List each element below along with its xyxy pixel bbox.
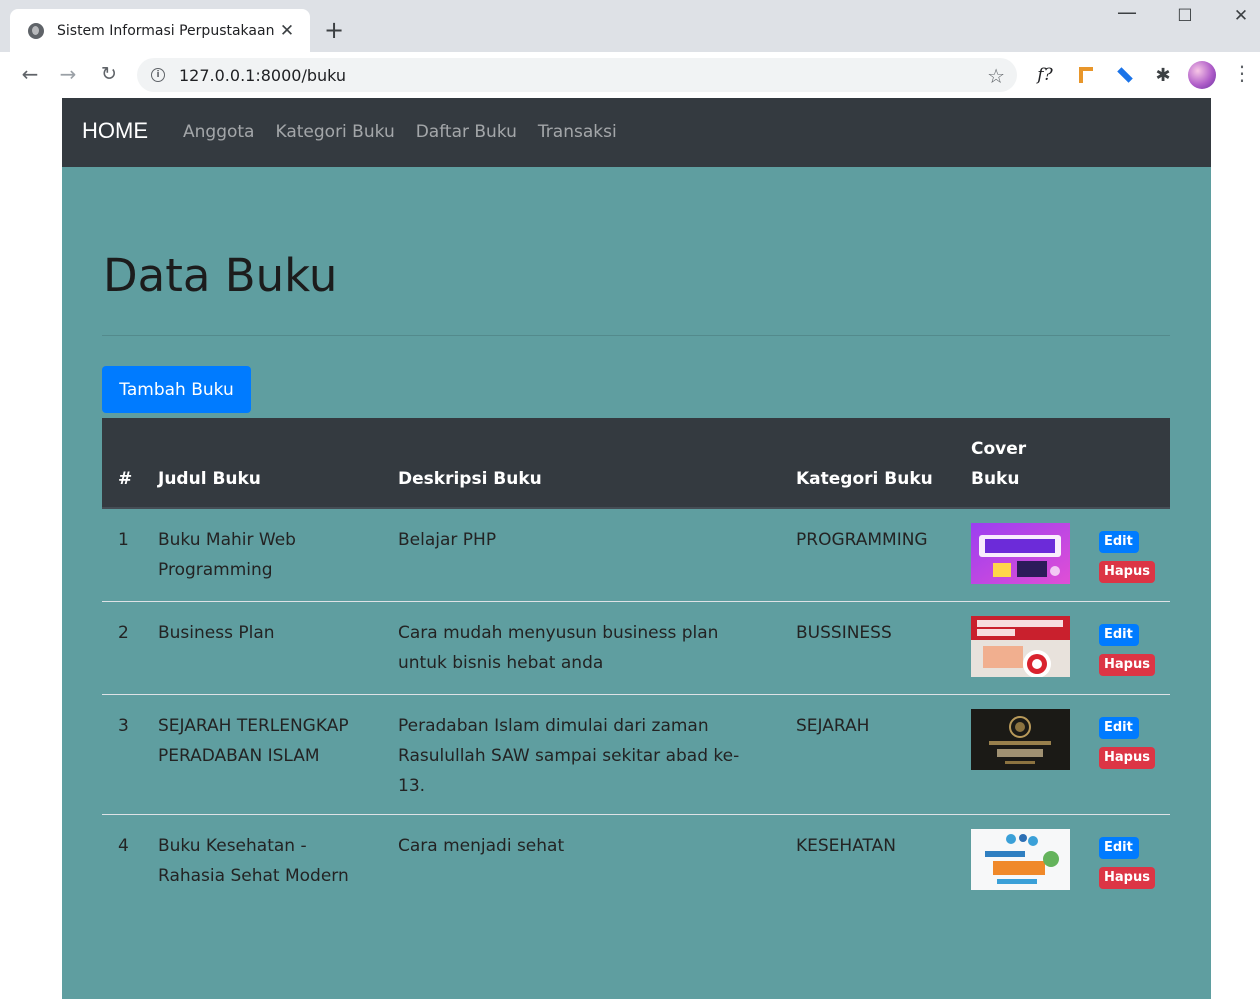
header-deskripsi: Deskripsi Buku	[398, 469, 542, 489]
delete-button[interactable]: Hapus	[1099, 747, 1155, 769]
row-no: 4	[118, 836, 129, 856]
info-icon[interactable]: i	[151, 68, 165, 82]
extension-pipe-icon[interactable]	[1075, 64, 1097, 86]
book-cover-image	[971, 616, 1070, 677]
tab-close-icon[interactable]: ✕	[278, 21, 296, 41]
tab-title: Sistem Informasi Perpustakaan	[57, 22, 275, 39]
bookmark-star-icon[interactable]: ☆	[987, 64, 1005, 88]
navbar-brand[interactable]: HOME	[82, 118, 148, 144]
table-row: 4 Buku Kesehatan - Rahasia Sehat Modern …	[102, 815, 1170, 908]
row-no: 1	[118, 530, 129, 550]
nav-link-transaksi[interactable]: Transaksi	[538, 122, 617, 142]
nav-link-kategori-buku[interactable]: Kategori Buku	[275, 122, 394, 142]
book-cover-image	[971, 829, 1070, 890]
extensions-puzzle-icon[interactable]: ✱	[1152, 64, 1174, 86]
header-cover: Cover Buku	[971, 439, 1027, 489]
edit-button[interactable]: Edit	[1099, 717, 1139, 739]
row-kategori: BUSSINESS	[796, 623, 892, 643]
delete-button[interactable]: Hapus	[1099, 654, 1155, 676]
row-no: 3	[118, 716, 129, 736]
header-judul: Judul Buku	[158, 469, 261, 489]
window-close-icon[interactable]: ✕	[1226, 6, 1256, 26]
profile-avatar[interactable]	[1188, 61, 1216, 89]
extension-graduation-cap-icon[interactable]	[1114, 64, 1136, 86]
row-actions: Edit Hapus	[1099, 531, 1155, 591]
main-content: Data Buku Tambah Buku # Judul Buku Deskr…	[62, 167, 1211, 999]
table-row: 3 SEJARAH TERLENGKAP PERADABAN ISLAM Per…	[102, 695, 1170, 815]
row-judul: SEJARAH TERLENGKAP PERADABAN ISLAM	[158, 716, 349, 766]
row-deskripsi: Cara mudah menyusun business plan untuk …	[398, 623, 719, 673]
globe-icon	[28, 22, 44, 39]
site-navbar: HOME Anggota Kategori Buku Daftar Buku T…	[62, 98, 1211, 167]
nav-link-anggota[interactable]: Anggota	[183, 122, 254, 142]
row-actions: Edit Hapus	[1099, 717, 1155, 777]
books-table: # Judul Buku Deskripsi Buku Kategori Buk…	[102, 418, 1170, 908]
new-tab-button[interactable]: +	[324, 15, 344, 45]
reload-icon[interactable]: ↻	[97, 62, 121, 86]
page-title: Data Buku	[103, 249, 338, 302]
row-judul: Buku Kesehatan - Rahasia Sehat Modern	[158, 836, 349, 886]
header-kategori: Kategori Buku	[796, 469, 933, 489]
table-header: # Judul Buku Deskripsi Buku Kategori Buk…	[102, 418, 1170, 509]
delete-button[interactable]: Hapus	[1099, 867, 1155, 889]
browser-tab-bar: Sistem Informasi Perpustakaan ✕ + — ☐ ✕	[0, 0, 1260, 52]
row-deskripsi: Peradaban Islam dimulai dari zaman Rasul…	[398, 716, 740, 796]
row-judul: Business Plan	[158, 623, 275, 643]
navbar-links: Anggota Kategori Buku Daftar Buku Transa…	[183, 122, 638, 142]
row-kategori: SEJARAH	[796, 716, 870, 736]
add-book-button[interactable]: Tambah Buku	[102, 366, 251, 413]
row-judul: Buku Mahir Web Programming	[158, 530, 296, 580]
row-actions: Edit Hapus	[1099, 837, 1155, 897]
divider	[102, 335, 1170, 336]
edit-button[interactable]: Edit	[1099, 837, 1139, 859]
row-kategori: KESEHATAN	[796, 836, 896, 856]
edit-button[interactable]: Edit	[1099, 531, 1139, 553]
browser-menu-icon[interactable]: ⋮	[1232, 61, 1252, 85]
row-no: 2	[118, 623, 129, 643]
browser-tab[interactable]: Sistem Informasi Perpustakaan ✕	[10, 9, 310, 52]
address-bar[interactable]: i 127.0.0.1:8000/buku ☆	[137, 58, 1017, 92]
table-row: 1 Buku Mahir Web Programming Belajar PHP…	[102, 509, 1170, 602]
extension-f-icon[interactable]: f?	[1034, 64, 1056, 86]
edit-button[interactable]: Edit	[1099, 624, 1139, 646]
row-kategori: PROGRAMMING	[796, 530, 928, 550]
browser-toolbar: ← → ↻ i 127.0.0.1:8000/buku ☆ f? ✱ ⋮	[0, 52, 1260, 98]
row-actions: Edit Hapus	[1099, 624, 1155, 684]
delete-button[interactable]: Hapus	[1099, 561, 1155, 583]
forward-arrow-icon[interactable]: →	[56, 62, 80, 86]
book-cover-image	[971, 523, 1070, 584]
book-cover-image	[971, 709, 1070, 770]
minimize-icon[interactable]: —	[1112, 0, 1142, 24]
back-arrow-icon[interactable]: ←	[18, 62, 42, 86]
row-deskripsi: Cara menjadi sehat	[398, 836, 565, 856]
maximize-icon[interactable]: ☐	[1170, 6, 1200, 26]
row-deskripsi: Belajar PHP	[398, 530, 497, 550]
nav-link-daftar-buku[interactable]: Daftar Buku	[416, 122, 517, 142]
table-row: 2 Business Plan Cara mudah menyusun busi…	[102, 602, 1170, 695]
header-no: #	[118, 469, 133, 489]
url-text[interactable]: 127.0.0.1:8000/buku	[179, 66, 346, 85]
